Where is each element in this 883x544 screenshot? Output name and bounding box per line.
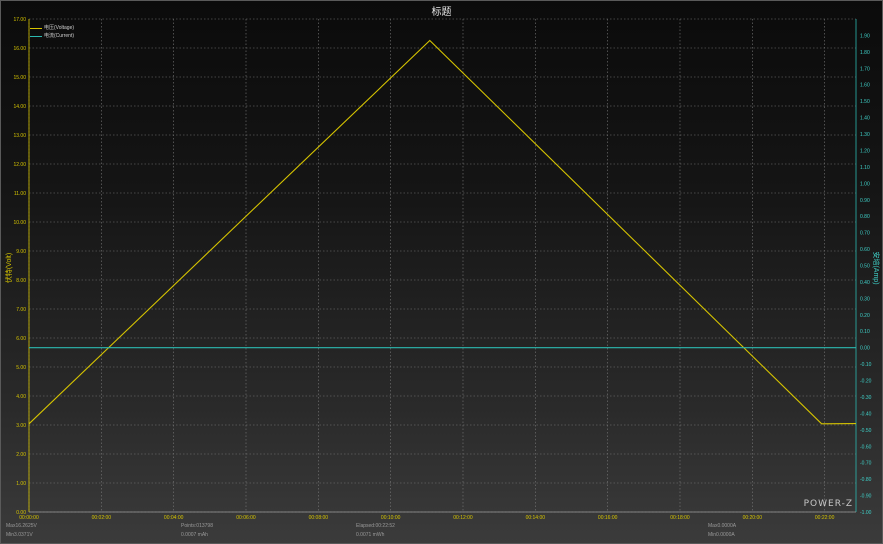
y-left-tick-label: 13.00: [13, 133, 26, 139]
y-left-tick-label: 11.00: [14, 191, 26, 197]
y-right-tick-label: 1.10: [860, 165, 870, 171]
y-left-tick-label: 10.00: [13, 220, 26, 226]
y-right-tick-label: -0.40: [860, 411, 872, 417]
y-right-tick-label: 0.50: [860, 264, 870, 270]
y-left-tick-label: 7.00: [16, 307, 26, 313]
y-right-tick-label: -0.20: [860, 379, 872, 385]
y-right-tick-label: 1.30: [860, 132, 870, 138]
y-right-tick-label: -1.00: [860, 510, 872, 516]
y-right-tick-label: -0.30: [860, 395, 872, 401]
y-left-tick-label: 15.00: [13, 75, 26, 81]
y-left-tick-label: 3.00: [16, 423, 26, 429]
stat-min-voltage: Min3.0371V: [6, 532, 33, 538]
x-tick-label: 00:06:00: [236, 515, 256, 521]
stat-elapsed: Elapsed:00:22:52: [356, 523, 395, 529]
y-right-tick-label: 1.50: [860, 99, 870, 105]
y-right-tick-label: -0.80: [860, 477, 872, 483]
y-right-tick-label: 0.00: [860, 346, 870, 352]
y-right-tick-label: -0.70: [860, 461, 872, 467]
y-left-tick-label: 1.00: [16, 481, 26, 487]
x-tick-label: 00:08:00: [309, 515, 329, 521]
x-tick-label: 00:20:00: [743, 515, 763, 521]
y-right-tick-label: -0.60: [860, 444, 872, 450]
stat-points: Points:013798: [181, 523, 213, 529]
x-tick-label: 00:22:00: [815, 515, 835, 521]
y-right-tick-label: -0.50: [860, 428, 872, 434]
y-right-tick-label: 0.40: [860, 280, 870, 286]
y-right-tick-label: 1.00: [860, 181, 870, 187]
y-left-tick-label: 9.00: [16, 249, 26, 255]
y-left-tick-label: 6.00: [16, 336, 26, 342]
y-axis-right-label: 安培(Amp): [872, 251, 881, 284]
y-left-tick-label: 17.00: [13, 17, 26, 23]
x-tick-label: 00:14:00: [526, 515, 546, 521]
y-right-tick-label: 0.10: [860, 329, 870, 335]
y-right-tick-label: 0.70: [860, 231, 870, 237]
grid-lines: [28, 18, 856, 513]
chart-plot: 0.00 1.00 2.00 3.00 4.00 5.00 6.00 7.00 8.00 9.00…: [4, 17, 881, 521]
stat-mwh: 0.0071 mWh: [356, 532, 385, 538]
legend-item-voltage[interactable]: 电压(Voltage): [30, 24, 74, 32]
y-left-tick-label: 4.00: [16, 394, 26, 400]
tick-labels: 0.00 1.00 2.00 3.00 4.00 5.00 6.00 7.00 8.00 9.00…: [13, 17, 871, 521]
y-right-tick-label: -0.90: [860, 494, 872, 500]
legend-label-current: 电流(Current): [44, 33, 75, 39]
x-tick-label: 00:02:00: [92, 515, 112, 521]
voltage-swatch-icon: [30, 27, 42, 29]
y-left-tick-label: 8.00: [16, 278, 26, 284]
y-right-tick-label: 1.80: [860, 50, 870, 56]
axes: [28, 19, 857, 513]
brand-logo: POWER-Z: [803, 499, 853, 509]
legend-item-current[interactable]: 电流(Current): [30, 32, 74, 40]
y-left-tick-label: 2.00: [16, 452, 26, 458]
y-right-tick-label: 0.20: [860, 313, 870, 319]
legend-label-voltage: 电压(Voltage): [44, 25, 75, 31]
y-right-tick-label: 1.70: [860, 66, 870, 72]
y-right-tick-label: 0.90: [860, 198, 870, 204]
y-right-tick-label: 1.40: [860, 116, 870, 122]
x-tick-label: 00:12:00: [453, 515, 473, 521]
x-tick-label: 00:16:00: [598, 515, 618, 521]
stat-min-current: Min0.0000A: [708, 532, 735, 538]
y-right-tick-label: 0.60: [860, 247, 870, 253]
x-tick-label: 00:18:00: [670, 515, 690, 521]
stat-max-current: Max0.0000A: [708, 523, 737, 529]
y-right-tick-label: -0.10: [860, 362, 872, 368]
y-left-tick-label: 16.00: [13, 46, 26, 52]
x-tick-label: 00:04:00: [164, 515, 184, 521]
y-right-tick-label: 0.30: [860, 296, 870, 302]
x-tick-label: 00:10:00: [381, 515, 401, 521]
series-group: [28, 39, 857, 425]
x-tick-label: 00:00:00: [19, 515, 39, 521]
y-right-tick-label: 1.60: [860, 83, 870, 89]
y-right-tick-label: 1.20: [860, 148, 870, 154]
stat-max-voltage: Max16.2625V: [6, 523, 37, 529]
stat-mah: 0.0007 mAh: [181, 532, 208, 538]
y-left-tick-label: 12.00: [13, 162, 26, 168]
y-right-tick-label: 1.90: [860, 33, 870, 39]
legend: 电压(Voltage) 电流(Current): [30, 24, 74, 40]
voltage-series-line: [28, 39, 857, 425]
y-right-tick-label: 0.80: [860, 214, 870, 220]
current-swatch-icon: [30, 35, 42, 37]
y-axis-left-label: 伏特(Volt): [4, 253, 13, 283]
y-left-tick-label: 5.00: [16, 365, 26, 371]
y-left-tick-label: 14.00: [13, 104, 26, 110]
